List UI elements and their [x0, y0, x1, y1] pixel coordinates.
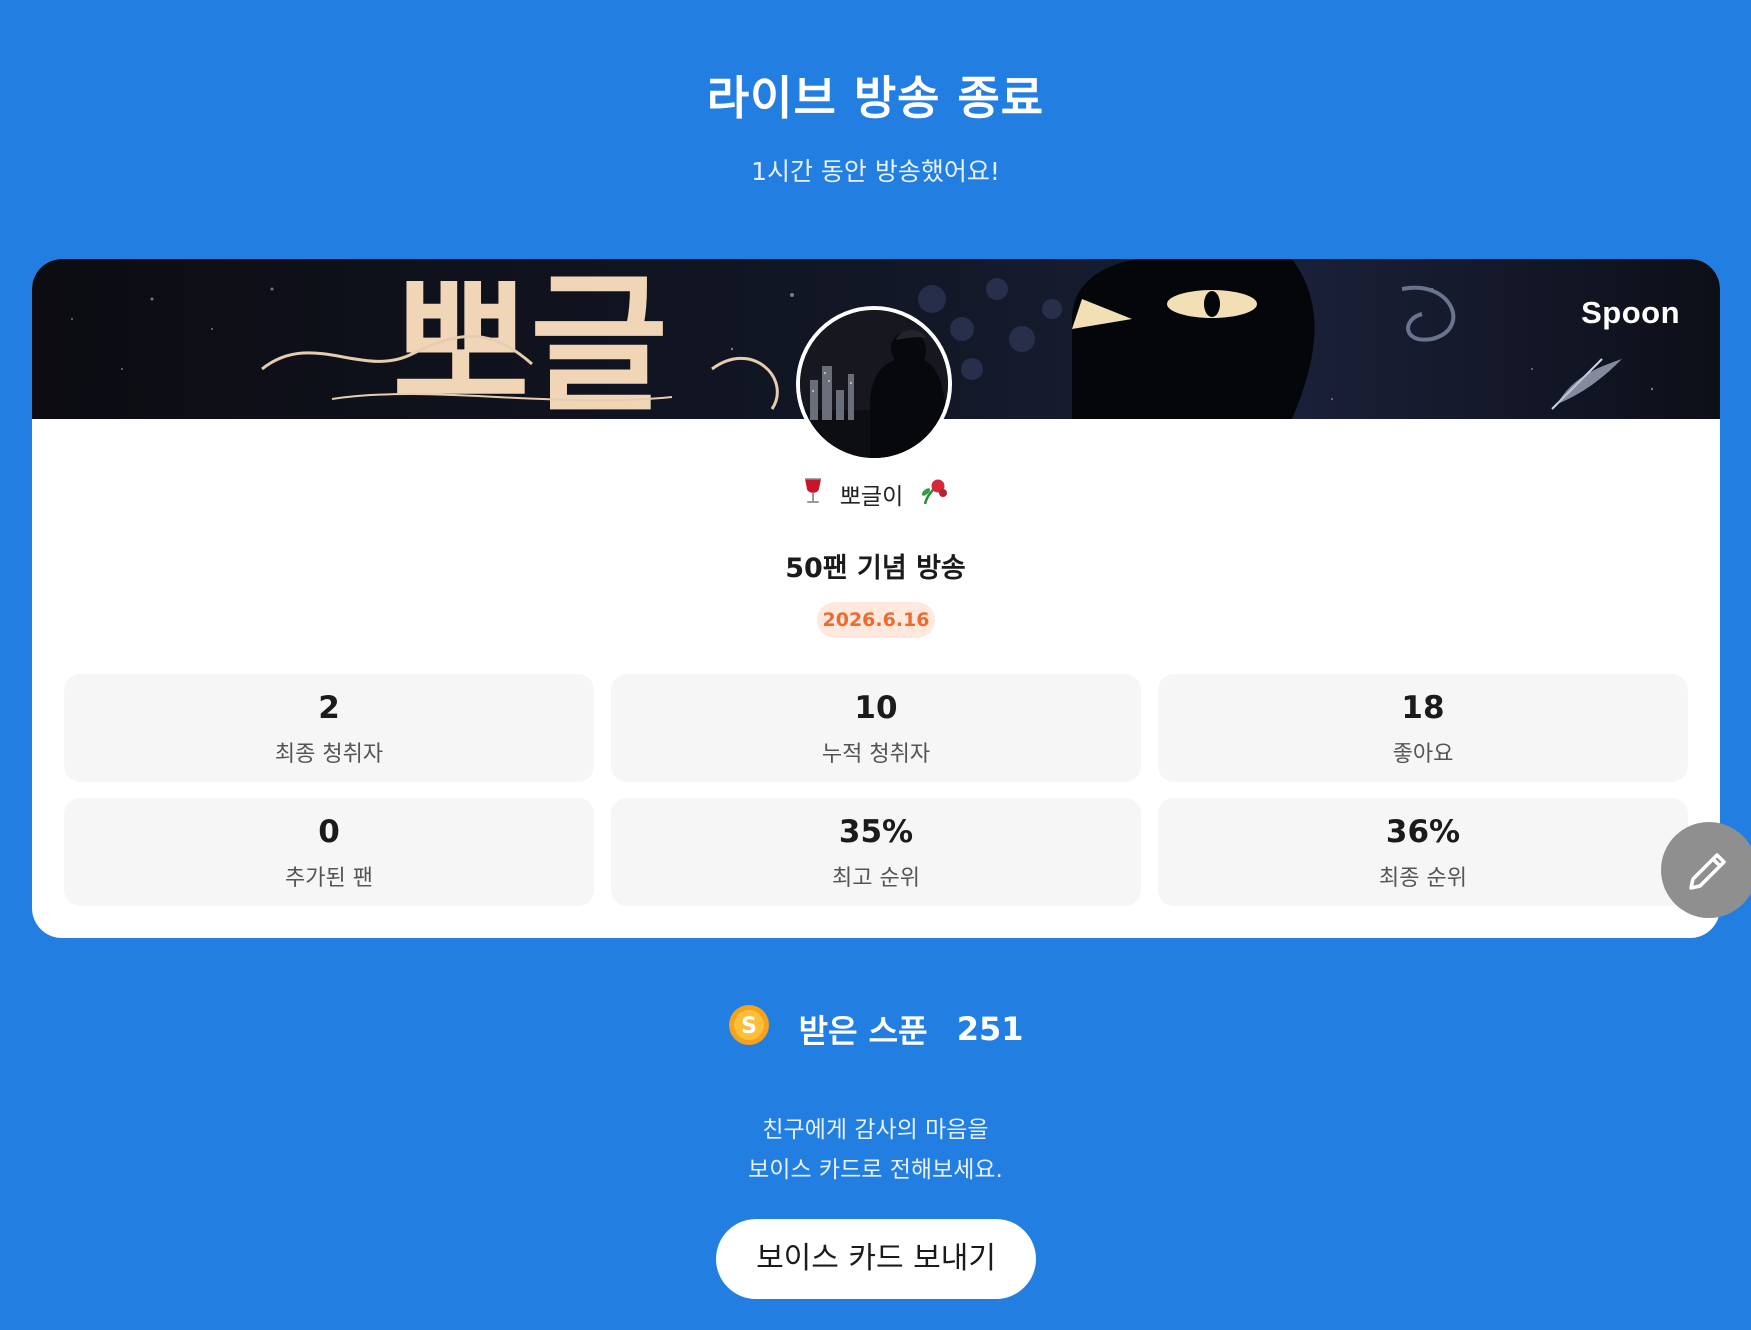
stat-value: 35% — [838, 814, 914, 850]
stat-value: 0 — [318, 814, 340, 850]
stat-final-rank: 36% 최종 순위 — [1158, 798, 1688, 906]
nickname-row: 뽀글이 — [0, 476, 1751, 512]
received-spoons: S 받은 스푼 251 — [0, 1004, 1751, 1054]
avatar[interactable] — [796, 306, 952, 462]
wine-glass-icon — [802, 477, 824, 511]
page-subtitle: 1시간 동안 방송했어요! — [751, 157, 1000, 186]
stat-value: 10 — [854, 690, 898, 726]
stat-value: 2 — [318, 690, 340, 726]
send-voice-card-button[interactable]: 보이스 카드 보내기 — [716, 1219, 1036, 1299]
pencil-icon — [1689, 853, 1726, 890]
date-badge: 2026.6.16 — [817, 602, 935, 638]
stat-total-listeners: 10 누적 청취자 — [611, 674, 1141, 782]
stat-label: 최종 순위 — [1379, 866, 1467, 891]
nickname: 뽀글이 — [839, 484, 904, 510]
stat-best-rank: 35% 최고 순위 — [611, 798, 1141, 906]
stat-label: 좋아요 — [1392, 742, 1454, 767]
spoon-count: 251 — [956, 1010, 1024, 1048]
promo-text-line-2: 보이스 카드로 전해보세요. — [748, 1157, 1003, 1183]
svg-text:S: S — [741, 1014, 757, 1039]
spoon-brand-logo: Spoon — [1581, 295, 1680, 330]
stat-label: 누적 청취자 — [821, 742, 931, 767]
stat-likes: 18 좋아요 — [1158, 674, 1688, 782]
broadcast-title: 50팬 기념 방송 — [785, 553, 966, 584]
stat-value: 36% — [1385, 814, 1461, 850]
spoon-label: 받은 스푼 — [798, 1012, 928, 1050]
page-title: 라이브 방송 종료 — [706, 71, 1045, 125]
promo-text-line-1: 친구에게 감사의 마음을 — [762, 1117, 989, 1143]
stat-final-listeners: 2 최종 청취자 — [64, 674, 594, 782]
spoon-coin-icon: S — [728, 1004, 770, 1054]
edit-button[interactable] — [1661, 822, 1751, 918]
stat-label: 최종 청취자 — [274, 742, 384, 767]
stat-value: 18 — [1401, 690, 1445, 726]
stat-label: 최고 순위 — [832, 866, 920, 891]
stat-label: 추가된 팬 — [285, 866, 373, 891]
wilted-rose-icon — [919, 476, 949, 512]
stat-new-fans: 0 추가된 팬 — [64, 798, 594, 906]
